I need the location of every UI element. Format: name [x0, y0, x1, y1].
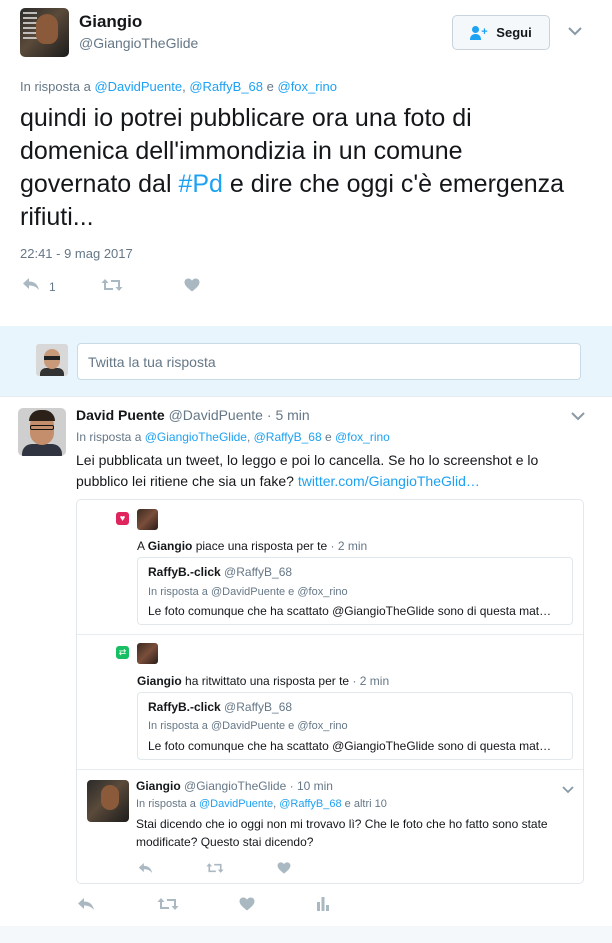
reply-author-line: David Puente @DavidPuente · 5 min [76, 407, 310, 423]
tweet-text: quindi io potrei pubblicare ora una foto… [20, 104, 565, 231]
reply-time[interactable]: 5 min [275, 407, 309, 423]
retweet-icon[interactable] [206, 861, 224, 879]
quote-author: RaffyB.-click @RaffyB_68 [148, 700, 293, 714]
analytics-icon[interactable] [316, 896, 330, 916]
retweet-icon[interactable] [157, 897, 179, 916]
chevron-down-icon[interactable] [568, 24, 582, 39]
activity-like-text: A Giangio piace una risposta per te · 2 … [137, 539, 368, 553]
mention-raffyb68[interactable]: @RaffyB_68 [189, 79, 263, 94]
retweet-icon[interactable] [101, 278, 123, 297]
follow-button[interactable]: + Segui [452, 15, 550, 50]
hashtag-pd[interactable]: #Pd [178, 170, 222, 198]
mention-raffyb68[interactable]: @RaffyB_68 [279, 798, 341, 810]
tweet-link[interactable]: twitter.com/GiangioTheGlid… [298, 473, 480, 489]
author-handle[interactable]: @GiangioTheGlide [79, 35, 198, 51]
retweet-icon: ⇄ [116, 646, 129, 659]
mention-davidpuente[interactable]: @DavidPuente [94, 79, 182, 94]
nested-author-line: Giangio @GiangioTheGlide · 10 min [136, 779, 333, 793]
mention-giangio[interactable]: @GiangioTheGlide [145, 430, 247, 444]
follow-label: Segui [496, 25, 532, 40]
author-name[interactable]: Giangio [79, 12, 142, 32]
nested-author-name[interactable]: Giangio [136, 779, 181, 793]
activity-retweet-text: Giangio ha ritwittato una risposta per t… [137, 674, 390, 688]
quote-reply-context: In risposta a @DavidPuente e @fox_rino [148, 720, 348, 732]
reply-icon[interactable] [138, 861, 153, 879]
divider [77, 634, 583, 635]
avatar[interactable] [137, 643, 158, 664]
chevron-down-icon[interactable] [571, 408, 585, 426]
reply-author-avatar[interactable] [18, 408, 66, 456]
chevron-down-icon[interactable] [562, 781, 574, 799]
reply-input[interactable]: Twitta la tua risposta [77, 343, 581, 380]
avatar[interactable] [137, 509, 158, 530]
divider [0, 396, 612, 397]
quote-reply-context: In risposta a @DavidPuente e @fox_rino [148, 586, 348, 598]
activity-actor[interactable]: Giangio [148, 539, 193, 553]
nested-author-avatar[interactable] [87, 780, 129, 822]
divider [77, 769, 583, 770]
mention-foxrino[interactable]: @fox_rino [278, 79, 337, 94]
quote-author: RaffyB.-click @RaffyB_68 [148, 565, 293, 579]
reply-author-handle[interactable]: @DavidPuente [169, 407, 263, 423]
nested-reply-text: Stai dicendo che io oggi non mi trovavo … [136, 817, 548, 849]
heart-icon[interactable] [239, 897, 255, 916]
nested-author-handle[interactable]: @GiangioTheGlide [184, 779, 286, 793]
reply-context: In risposta a @DavidPuente, @RaffyB_68 e… [20, 79, 337, 94]
heart-icon[interactable] [277, 861, 291, 879]
timeline-footer [0, 926, 612, 943]
reply-count: 1 [49, 280, 56, 294]
mention-foxrino[interactable]: @fox_rino [335, 430, 390, 444]
heart-icon: ♥ [116, 512, 129, 525]
quote-text: Le foto comunque che ha scattato @Giangi… [148, 604, 552, 618]
activity-actor[interactable]: Giangio [137, 674, 182, 688]
reply-context: In risposta a @GiangioTheGlide, @RaffyB_… [76, 430, 390, 444]
mention-davidpuente[interactable]: @DavidPuente [199, 798, 273, 810]
reply-author-name[interactable]: David Puente [76, 407, 165, 423]
follow-user-icon: + [470, 25, 488, 40]
reply-icon[interactable] [22, 277, 40, 296]
quote-text: Le foto comunque che ha scattato @Giangi… [148, 739, 552, 753]
current-user-avatar [36, 344, 68, 376]
nested-reply-context: In risposta a @DavidPuente, @RaffyB_68 e… [136, 798, 387, 810]
reply-text: Lei pubblicata un tweet, lo leggo e poi … [76, 452, 539, 489]
mention-raffyb68[interactable]: @RaffyB_68 [254, 430, 322, 444]
nested-time[interactable]: 10 min [297, 779, 333, 793]
tweet-timestamp[interactable]: 22:41 - 9 mag 2017 [20, 246, 133, 261]
heart-icon[interactable] [184, 278, 200, 297]
reply-icon[interactable] [77, 897, 95, 916]
author-avatar[interactable] [20, 8, 69, 57]
